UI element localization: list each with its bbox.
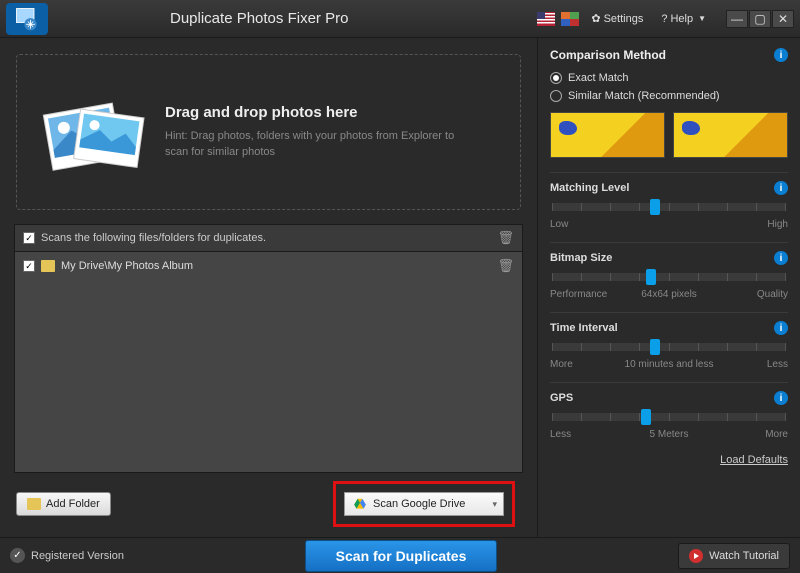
watch-tutorial-label: Watch Tutorial: [709, 550, 779, 562]
info-icon[interactable]: i: [774, 391, 788, 405]
list-item[interactable]: ✓ My Drive\My Photos Album 🗑: [15, 252, 522, 280]
gps-slider[interactable]: [552, 413, 786, 421]
gps-setting: GPSi Less5 MetersMore: [550, 382, 788, 440]
similar-match-radio[interactable]: Similar Match (Recommended): [550, 90, 788, 102]
minimize-button[interactable]: —: [726, 10, 748, 28]
bitmap-size-setting: Bitmap Sizei Performance64x64 pixelsQual…: [550, 242, 788, 300]
slider-knob[interactable]: [650, 339, 660, 355]
radio-icon: [550, 90, 562, 102]
info-icon[interactable]: i: [774, 181, 788, 195]
scan-list: ✓ Scans the following files/folders for …: [14, 224, 523, 473]
drop-zone[interactable]: Drag and drop photos here Hint: Drag pho…: [16, 54, 521, 210]
registered-status: ✓ Registered Version: [10, 548, 124, 563]
bitmap-size-slider[interactable]: [552, 273, 786, 281]
time-interval-slider[interactable]: [552, 343, 786, 351]
scan-list-header: ✓ Scans the following files/folders for …: [15, 225, 522, 252]
drop-text: Drag and drop photos here Hint: Drag pho…: [165, 104, 465, 160]
settings-button[interactable]: ✿ Settings: [585, 10, 649, 27]
load-defaults-link[interactable]: Load Defaults: [720, 454, 788, 466]
help-button[interactable]: ?Help ▼: [655, 11, 712, 27]
play-icon: [689, 549, 703, 563]
left-actions: Add Folder Scan Google Drive: [10, 473, 527, 527]
maximize-button[interactable]: ▢: [749, 10, 771, 28]
watch-tutorial-button[interactable]: Watch Tutorial: [678, 543, 790, 569]
main: Drag and drop photos here Hint: Drag pho…: [0, 38, 800, 537]
preview-thumbs: [550, 112, 788, 158]
folder-icon: [41, 260, 55, 272]
scan-list-header-label: Scans the following files/folders for du…: [41, 232, 266, 244]
scan-duplicates-button[interactable]: Scan for Duplicates: [305, 540, 498, 572]
app-title: Duplicate Photos Fixer Pro: [170, 10, 348, 27]
matching-level-setting: Matching Leveli LowHigh: [550, 172, 788, 230]
chevron-down-icon: ▼: [698, 14, 706, 23]
scan-google-drive-dropdown[interactable]: Scan Google Drive: [344, 492, 504, 516]
slider-knob[interactable]: [646, 269, 656, 285]
matching-level-slider[interactable]: [552, 203, 786, 211]
left-panel: Drag and drop photos here Hint: Drag pho…: [0, 38, 537, 537]
drop-heading: Drag and drop photos here: [165, 104, 465, 121]
flag-icon[interactable]: [537, 12, 555, 26]
highlight-annotation: Scan Google Drive: [333, 481, 515, 527]
folder-icon: [27, 498, 41, 510]
item-path: My Drive\My Photos Album: [61, 260, 193, 272]
item-checkbox[interactable]: ✓: [23, 260, 35, 272]
app-logo: [6, 3, 48, 35]
help-label: Help: [670, 13, 693, 25]
scan-google-drive-label: Scan Google Drive: [373, 498, 465, 510]
select-all-checkbox[interactable]: ✓: [23, 232, 35, 244]
theme-icon[interactable]: [561, 12, 579, 26]
item-trash-icon[interactable]: 🗑: [497, 258, 514, 274]
scan-list-body: ✓ My Drive\My Photos Album 🗑: [15, 252, 522, 472]
footer: ✓ Registered Version Scan for Duplicates…: [0, 537, 800, 573]
check-icon: ✓: [10, 548, 25, 563]
comparison-method-title: Comparison Method i: [550, 48, 788, 62]
titlebar: Duplicate Photos Fixer Pro ✿ Settings ?He…: [0, 0, 800, 38]
time-interval-setting: Time Intervali More10 minutes and lessLe…: [550, 312, 788, 370]
exact-match-label: Exact Match: [568, 72, 629, 84]
add-folder-label: Add Folder: [46, 498, 100, 510]
info-icon[interactable]: i: [774, 251, 788, 265]
thumb-2: [673, 112, 788, 158]
similar-match-label: Similar Match (Recommended): [568, 90, 720, 102]
settings-panel: Comparison Method i Exact Match Similar …: [537, 38, 800, 537]
slider-knob[interactable]: [650, 199, 660, 215]
add-folder-button[interactable]: Add Folder: [16, 492, 111, 516]
info-icon[interactable]: i: [774, 321, 788, 335]
photos-stack-icon: [37, 87, 147, 177]
exact-match-radio[interactable]: Exact Match: [550, 72, 788, 84]
question-icon: ?: [661, 13, 667, 25]
thumb-1: [550, 112, 665, 158]
info-icon[interactable]: i: [774, 48, 788, 62]
close-button[interactable]: ✕: [772, 10, 794, 28]
gear-icon: ✿: [591, 12, 600, 25]
radio-icon: [550, 72, 562, 84]
drop-hint: Hint: Drag photos, folders with your pho…: [165, 129, 465, 160]
settings-label: Settings: [604, 13, 644, 25]
slider-knob[interactable]: [641, 409, 651, 425]
google-drive-icon: [353, 497, 367, 511]
trash-icon[interactable]: 🗑: [497, 230, 514, 246]
